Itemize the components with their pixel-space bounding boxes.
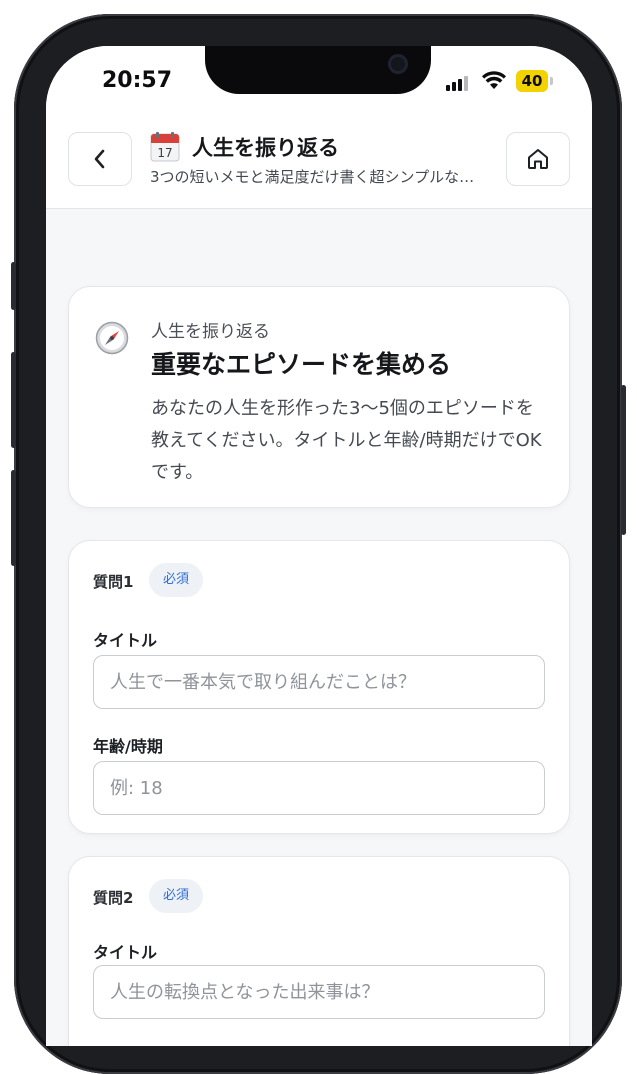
- intro-eyebrow: 人生を振り返る: [151, 322, 270, 342]
- app-header: 17 人生を振り返る 3つの短いメモと満足度だけ書く超シンプルな人生の振り返り: [46, 132, 592, 209]
- back-button[interactable]: [68, 132, 132, 186]
- title-label: タイトル: [93, 631, 158, 650]
- title-input[interactable]: [93, 965, 545, 1019]
- cellular-signal-icon: [446, 75, 470, 91]
- wifi-icon: [482, 71, 506, 89]
- silent-switch: [11, 262, 16, 310]
- chevron-left-icon: [94, 149, 105, 169]
- question-card-2: 質問2 必須 タイトル: [68, 856, 570, 1046]
- battery-indicator: 40: [516, 70, 548, 92]
- power-button: [621, 385, 626, 535]
- title-input[interactable]: [93, 655, 545, 709]
- required-badge: 必須: [149, 879, 203, 913]
- intro-title: 重要なエピソードを集める: [151, 350, 452, 379]
- required-badge: 必須: [149, 563, 203, 597]
- app-screen: 20:57 40 17 人生を振り返る 3つの短いメモと満足度だけ書く超シンプル…: [46, 46, 592, 1046]
- title-label: タイトル: [93, 943, 158, 962]
- age-input[interactable]: [93, 761, 545, 815]
- page-title: 人生を振り返る: [192, 136, 339, 160]
- calendar-icon: 17: [150, 132, 180, 162]
- age-label: 年齢/時期: [93, 737, 163, 756]
- home-icon: [528, 149, 548, 169]
- front-camera: [388, 54, 408, 74]
- volume-down-button: [11, 470, 16, 566]
- home-button[interactable]: [506, 132, 570, 186]
- dynamic-island: [205, 46, 431, 94]
- intro-card: 人生を振り返る 重要なエピソードを集める あなたの人生を形作った3〜5個のエピソ…: [68, 286, 570, 508]
- compass-icon: [95, 321, 129, 355]
- volume-up-button: [11, 352, 16, 448]
- intro-description: あなたの人生を形作った3〜5個のエピソードを教えてください。タイトルと年齢/時期…: [151, 398, 542, 483]
- calendar-day: 17: [157, 146, 172, 160]
- page-subtitle: 3つの短いメモと満足度だけ書く超シンプルな人生の振り返り: [150, 168, 486, 186]
- question-number: 質問1: [93, 573, 134, 591]
- status-time: 20:57: [102, 68, 173, 93]
- question-card-1: 質問1 必須 タイトル 年齢/時期: [68, 540, 570, 834]
- battery-tip: [550, 77, 553, 85]
- question-number: 質問2: [93, 889, 134, 907]
